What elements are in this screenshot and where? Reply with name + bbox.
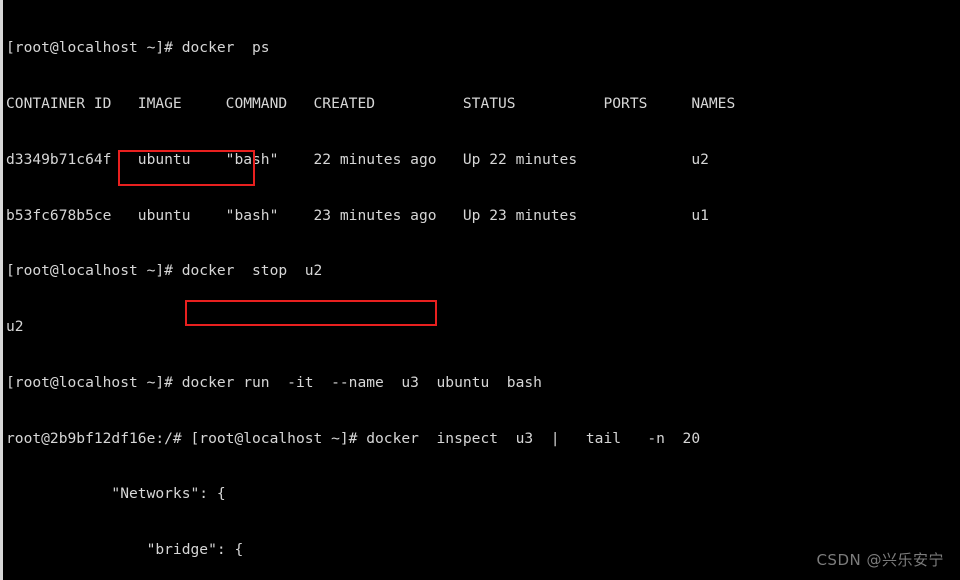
terminal-line: "Networks": { (6, 485, 226, 503)
terminal-line: [root@localhost ~]# docker run -it --nam… (6, 373, 542, 391)
terminal-window[interactable]: [root@localhost ~]# docker ps CONTAINER … (0, 0, 960, 580)
table-row: d3349b71c64f ubuntu "bash" 22 minutes ag… (6, 150, 709, 168)
terminal-line: u2 (6, 318, 24, 336)
terminal-line: "bridge": { (6, 541, 244, 559)
terminal-line: [root@localhost ~]# docker ps (6, 39, 270, 57)
terminal-line: [root@localhost ~]# docker stop u2 (6, 262, 323, 280)
terminal-output[interactable]: [root@localhost ~]# docker ps CONTAINER … (6, 2, 956, 578)
docker-ps-header-row: CONTAINER ID IMAGE COMMAND CREATED STATU… (6, 94, 736, 112)
table-row: b53fc678b5ce ubuntu "bash" 23 minutes ag… (6, 206, 709, 224)
watermark: CSDN @兴乐安宁 (816, 551, 944, 569)
window-left-edge (0, 0, 3, 580)
terminal-line: root@2b9bf12df16e:/# [root@localhost ~]#… (6, 429, 701, 447)
